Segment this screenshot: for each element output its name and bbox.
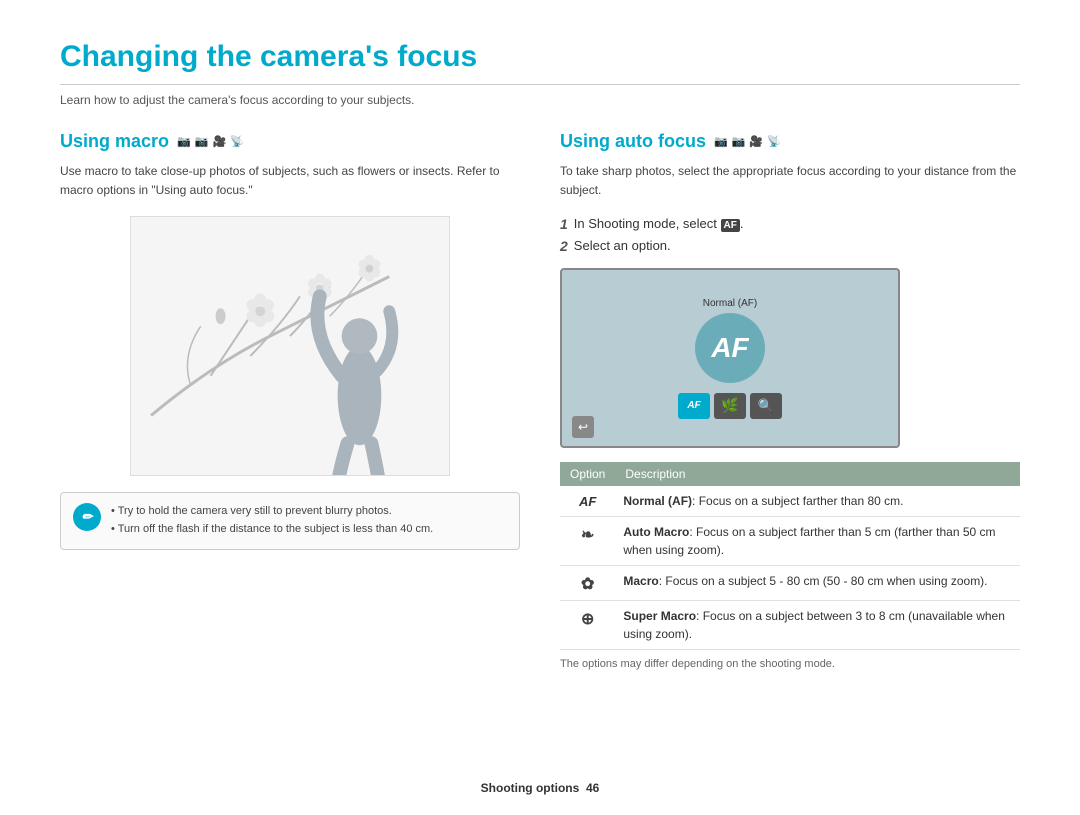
wifi-icon: 📡 [230, 135, 244, 148]
table-row: ⊕Super Macro: Focus on a subject between… [560, 601, 1020, 650]
macro-title: Using macro 📷 📷 🎥 📡 [60, 131, 520, 152]
af-normal-btn[interactable]: AF [678, 393, 710, 419]
table-row: ❧Auto Macro: Focus on a subject farther … [560, 517, 1020, 566]
two-column-layout: Using macro 📷 📷 🎥 📡 Use macro to take cl… [60, 131, 1020, 670]
tip-box: ✏ • Try to hold the camera very still to… [60, 492, 520, 549]
focus-option-desc: Super Macro: Focus on a subject between … [615, 601, 1020, 650]
page: Changing the camera's focus Learn how to… [0, 0, 1080, 815]
focus-option-desc: Macro: Focus on a subject 5 - 80 cm (50 … [615, 566, 1020, 601]
af-badge: AF [721, 219, 740, 232]
camera-preview-inner: Normal (AF) AF AF 🌿 🔍 ↩ [562, 270, 898, 446]
af-camera2-icon: 📷 [732, 135, 746, 148]
autofocus-section: Using auto focus 📷 📷 🎥 📡 To take sharp p… [560, 131, 1020, 670]
tip-icon: ✏ [73, 503, 101, 531]
macro-illustration [130, 216, 450, 476]
tip-content: • Try to hold the camera very still to p… [111, 503, 433, 538]
step1-text: In Shooting mode, select AF. [574, 216, 744, 232]
footer-page: 46 [586, 781, 599, 795]
af-supermacro-btn[interactable]: 🔍 [750, 393, 782, 419]
table-row: ✿Macro: Focus on a subject 5 - 80 cm (50… [560, 566, 1020, 601]
normal-af-label: Normal (AF) [703, 298, 757, 309]
focus-option-desc: Auto Macro: Focus on a subject farther t… [615, 517, 1020, 566]
focus-option-icon: ✿ [560, 566, 615, 601]
step-1: 1 In Shooting mode, select AF. [560, 216, 1020, 232]
col-desc: Description [615, 462, 1020, 486]
af-circle-display: AF [695, 313, 765, 383]
af-camera-icon: 📷 [714, 135, 728, 148]
step2-text: Select an option. [574, 238, 671, 253]
video-icon: 🎥 [212, 135, 226, 148]
steps-list: 1 In Shooting mode, select AF. 2 Select … [560, 216, 1020, 254]
camera-icon: 📷 [177, 135, 191, 148]
af-toolbar: AF 🌿 🔍 [678, 393, 782, 419]
table-row: AFNormal (AF): Focus on a subject farthe… [560, 486, 1020, 517]
macro-desc: Use macro to take close-up photos of sub… [60, 162, 520, 200]
page-title: Changing the camera's focus [60, 40, 1020, 85]
focus-options-table: Option Description AFNormal (AF): Focus … [560, 462, 1020, 650]
col-option: Option [560, 462, 615, 486]
footer: Shooting options 46 [0, 781, 1080, 795]
focus-option-icon: AF [560, 486, 615, 517]
table-note: The options may differ depending on the … [560, 658, 1020, 670]
autofocus-icons: 📷 📷 🎥 📡 [714, 135, 781, 148]
af-wifi-icon: 📡 [767, 135, 781, 148]
camera2-icon: 📷 [195, 135, 209, 148]
autofocus-desc: To take sharp photos, select the appropr… [560, 162, 1020, 200]
tip-line1: • Try to hold the camera very still to p… [111, 503, 433, 521]
footer-text: Shooting options [481, 781, 580, 795]
focus-option-icon: ❧ [560, 517, 615, 566]
autofocus-title: Using auto focus 📷 📷 🎥 📡 [560, 131, 1020, 152]
back-button[interactable]: ↩ [572, 416, 594, 438]
macro-icons: 📷 📷 🎥 📡 [177, 135, 244, 148]
page-subtitle: Learn how to adjust the camera's focus a… [60, 93, 1020, 107]
table-header-row: Option Description [560, 462, 1020, 486]
step-2: 2 Select an option. [560, 238, 1020, 254]
focus-option-desc: Normal (AF): Focus on a subject farther … [615, 486, 1020, 517]
camera-preview: Normal (AF) AF AF 🌿 🔍 ↩ [560, 268, 900, 448]
af-automacro-btn[interactable]: 🌿 [714, 393, 746, 419]
tip-line2: • Turn off the flash if the distance to … [111, 521, 433, 539]
af-video-icon: 🎥 [749, 135, 763, 148]
focus-option-icon: ⊕ [560, 601, 615, 650]
macro-section: Using macro 📷 📷 🎥 📡 Use macro to take cl… [60, 131, 520, 670]
